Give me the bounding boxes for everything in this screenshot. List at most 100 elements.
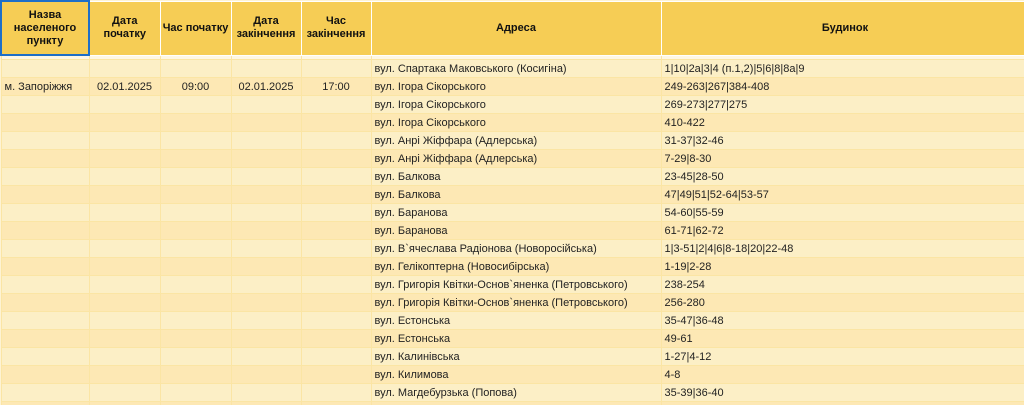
cell-settlement[interactable]	[0, 365, 90, 384]
cell-start-date[interactable]	[88, 293, 161, 312]
cell-settlement[interactable]	[0, 185, 90, 204]
cell-end-date[interactable]	[230, 149, 302, 168]
cell-end-time[interactable]	[300, 401, 372, 405]
cell-start-date[interactable]	[88, 239, 161, 258]
header-end-date[interactable]: Дата закінчення	[230, 0, 302, 56]
cell-settlement[interactable]	[0, 401, 90, 405]
cell-settlement[interactable]	[0, 149, 90, 168]
cell-settlement[interactable]	[0, 131, 90, 150]
cell-building[interactable]: 35-47|36-48	[660, 311, 1024, 330]
cell-building[interactable]: 23-45|28-50	[660, 167, 1024, 186]
cell-end-date[interactable]	[230, 203, 302, 222]
cell-settlement[interactable]	[0, 167, 90, 186]
cell-start-time[interactable]	[159, 329, 232, 348]
cell-start-time[interactable]	[159, 347, 232, 366]
cell-address[interactable]: вул. Баранова	[370, 203, 662, 222]
cell-end-date[interactable]	[230, 113, 302, 132]
cell-start-date[interactable]	[88, 401, 161, 405]
cell-end-time[interactable]	[300, 113, 372, 132]
cell-start-date[interactable]: 02.01.2025	[88, 77, 161, 96]
cell-address[interactable]: вул. Калинівська	[370, 347, 662, 366]
cell-end-date[interactable]	[230, 347, 302, 366]
cell-building[interactable]: 1-19|2-28	[660, 257, 1024, 276]
cell-end-time[interactable]	[300, 149, 372, 168]
cell-start-date[interactable]	[88, 365, 161, 384]
cell-address[interactable]: вул. Естонська	[370, 329, 662, 348]
cell-address[interactable]: вул. Ігора Сікорського	[370, 77, 662, 96]
cell-end-date[interactable]	[230, 365, 302, 384]
cell-address[interactable]: вул. В`ячеслава Радіонова (Новоросійська…	[370, 239, 662, 258]
cell-end-time[interactable]	[300, 131, 372, 150]
cell-end-time[interactable]	[300, 203, 372, 222]
cell-start-time[interactable]	[159, 239, 232, 258]
cell-start-date[interactable]	[88, 221, 161, 240]
cell-settlement[interactable]	[0, 203, 90, 222]
cell-end-time[interactable]	[300, 239, 372, 258]
cell-start-time[interactable]	[159, 167, 232, 186]
cell-settlement[interactable]	[0, 239, 90, 258]
cell-settlement[interactable]	[0, 275, 90, 294]
cell-start-time[interactable]	[159, 59, 232, 78]
cell-settlement[interactable]	[0, 257, 90, 276]
cell-end-date[interactable]	[230, 401, 302, 405]
cell-end-date[interactable]	[230, 257, 302, 276]
cell-start-time[interactable]	[159, 149, 232, 168]
header-start-time[interactable]: Час початку	[159, 0, 232, 56]
cell-start-date[interactable]	[88, 275, 161, 294]
cell-building[interactable]: 256-280	[660, 293, 1024, 312]
cell-start-time[interactable]	[159, 401, 232, 405]
cell-start-time[interactable]	[159, 383, 232, 402]
cell-building[interactable]: 4-8	[660, 365, 1024, 384]
cell-settlement[interactable]	[0, 383, 90, 402]
cell-address[interactable]: вул. Гелікоптерна (Новосибірська)	[370, 257, 662, 276]
cell-end-date[interactable]	[230, 59, 302, 78]
cell-end-time[interactable]	[300, 347, 372, 366]
cell-settlement[interactable]	[0, 113, 90, 132]
cell-start-date[interactable]	[88, 329, 161, 348]
cell-end-date[interactable]	[230, 131, 302, 150]
cell-settlement[interactable]	[0, 59, 90, 78]
cell-building[interactable]: 1|3-51|2|4|6|8-18|20|22-48	[660, 239, 1024, 258]
cell-building[interactable]: 54-60|55-59	[660, 203, 1024, 222]
cell-start-date[interactable]	[88, 59, 161, 78]
cell-address[interactable]: вул. Естонська	[370, 311, 662, 330]
cell-start-date[interactable]	[88, 167, 161, 186]
cell-end-date[interactable]	[230, 95, 302, 114]
cell-end-time[interactable]	[300, 257, 372, 276]
header-start-date[interactable]: Дата початку	[88, 0, 161, 56]
cell-start-date[interactable]	[88, 131, 161, 150]
cell-end-time[interactable]	[300, 383, 372, 402]
cell-end-date[interactable]	[230, 311, 302, 330]
cell-settlement[interactable]	[0, 293, 90, 312]
cell-settlement[interactable]	[0, 347, 90, 366]
cell-end-time[interactable]	[300, 311, 372, 330]
cell-address[interactable]: вул. Магдебурзька (Попова)	[370, 383, 662, 402]
cell-start-time[interactable]	[159, 203, 232, 222]
cell-end-date[interactable]: 02.01.2025	[230, 77, 302, 96]
cell-end-time[interactable]	[300, 293, 372, 312]
cell-end-date[interactable]	[230, 275, 302, 294]
cell-end-date[interactable]	[230, 329, 302, 348]
cell-building[interactable]: 49-61	[660, 329, 1024, 348]
cell-start-date[interactable]	[88, 149, 161, 168]
cell-building[interactable]: 35-39|36-40	[660, 383, 1024, 402]
cell-start-time[interactable]: 09:00	[159, 77, 232, 96]
cell-start-time[interactable]	[159, 95, 232, 114]
cell-start-date[interactable]	[88, 383, 161, 402]
cell-settlement[interactable]	[0, 311, 90, 330]
cell-address[interactable]: вул. Григорія Квітки-Основ`яненка (Петро…	[370, 293, 662, 312]
cell-start-time[interactable]	[159, 365, 232, 384]
cell-settlement[interactable]: м. Запоріжжя	[0, 77, 90, 96]
cell-start-time[interactable]	[159, 311, 232, 330]
cell-address[interactable]: вул. Балкова	[370, 185, 662, 204]
cell-start-time[interactable]	[159, 113, 232, 132]
header-end-time[interactable]: Час закінчення	[300, 0, 372, 56]
cell-end-time[interactable]	[300, 329, 372, 348]
cell-address[interactable]	[370, 401, 662, 405]
cell-start-date[interactable]	[88, 95, 161, 114]
cell-end-date[interactable]	[230, 167, 302, 186]
cell-building[interactable]: 269-273|277|275	[660, 95, 1024, 114]
cell-address[interactable]: вул. Баранова	[370, 221, 662, 240]
cell-address[interactable]: вул. Ігора Сікорського	[370, 113, 662, 132]
cell-end-time[interactable]: 17:00	[300, 77, 372, 96]
